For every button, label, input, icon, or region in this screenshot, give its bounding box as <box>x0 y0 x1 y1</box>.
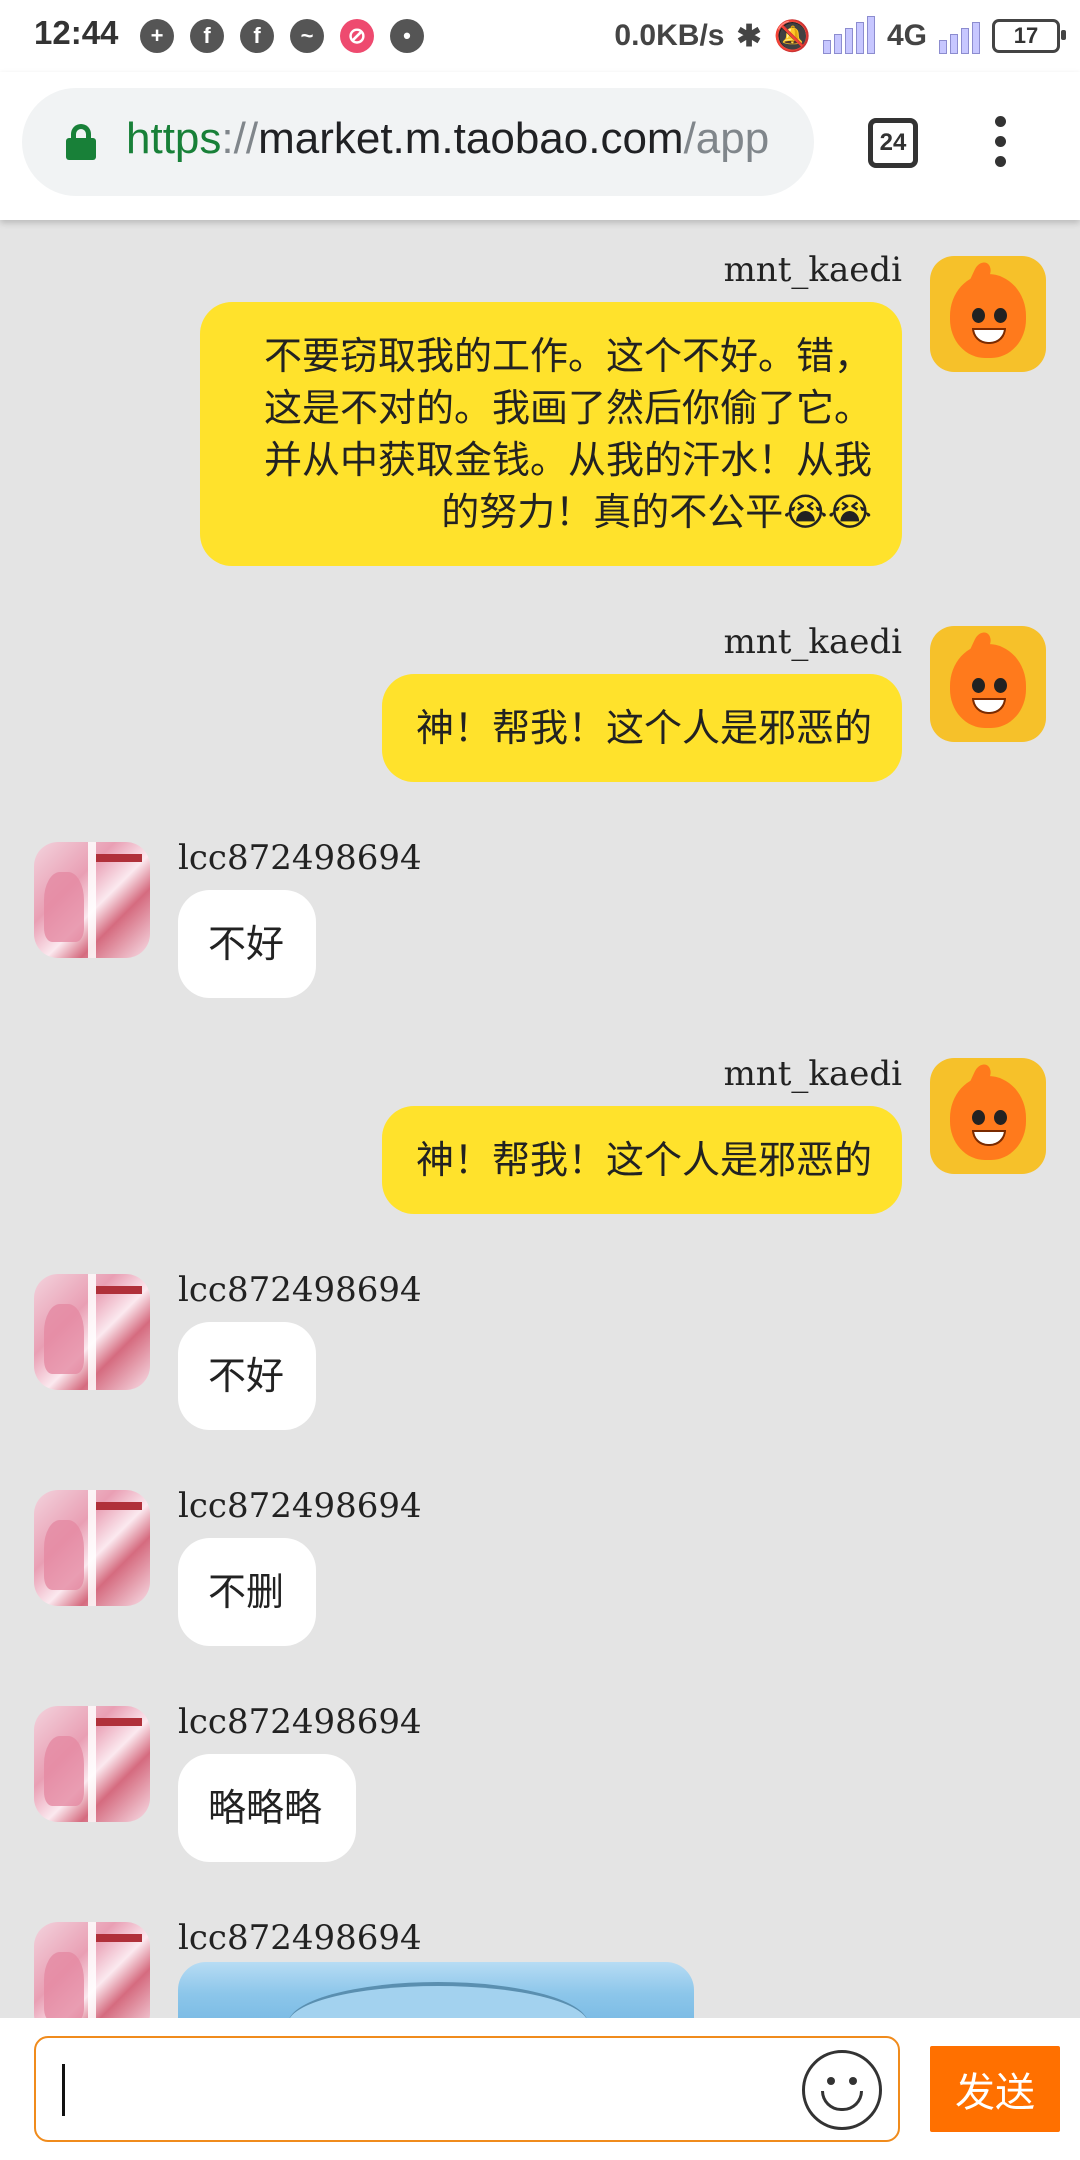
avatar[interactable] <box>34 1922 150 2018</box>
avatar[interactable] <box>34 1706 150 1822</box>
image-message[interactable] <box>178 1962 694 2018</box>
sender-name: mnt_kaedi <box>723 622 902 662</box>
emoji-icon[interactable] <box>802 2050 882 2130</box>
url-scheme: https <box>126 114 222 163</box>
messenger-icon: ~ <box>290 19 324 53</box>
browser-toolbar: https://market.m.taobao.com/app 24 <box>0 72 1080 220</box>
sender-name: lcc872498694 <box>178 838 422 878</box>
message-bubble[interactable]: 略略略 <box>178 1754 356 1862</box>
sender-name: lcc872498694 <box>178 1486 422 1526</box>
network-type: 4G <box>886 19 927 52</box>
message-bubble[interactable]: 不要窃取我的工作。这个不好。错， 这是不对的。我画了然后你偷了它。 并从中获取金… <box>200 302 902 566</box>
sender-name: lcc872498694 <box>178 1918 422 1958</box>
message-line: 不要窃取我的工作。这个不好。错， <box>263 334 872 378</box>
url-separator: :// <box>221 114 259 163</box>
status-time: 12:44 <box>34 14 119 51</box>
avatar[interactable] <box>34 1274 150 1390</box>
status-bar: 12:44 + f f ~ ⊘ • 0.0KB/s ✱ 🔕 4G 17 <box>0 0 1080 72</box>
message-input[interactable] <box>34 2036 900 2142</box>
tab-switcher-button[interactable]: 24 <box>868 118 918 168</box>
url-host: market.m.taobao.com <box>258 114 684 163</box>
message-line: 的努力！真的不公平😭😭 <box>441 490 872 534</box>
avatar[interactable] <box>930 1058 1046 1174</box>
person-add-icon: + <box>140 19 174 53</box>
sender-name: lcc872498694 <box>178 1702 422 1742</box>
sender-name: lcc872498694 <box>178 1270 422 1310</box>
battery-icon: 17 <box>992 19 1066 53</box>
blocked-app-icon: ⊘ <box>340 19 374 53</box>
chat-area[interactable]: mnt_kaedi 不要窃取我的工作。这个不好。错， 这是不对的。我画了然后你偷… <box>0 220 1080 2018</box>
sender-name: mnt_kaedi <box>723 250 902 290</box>
facebook-icon: f <box>190 19 224 53</box>
net-speed: 0.0KB/s <box>614 19 725 52</box>
url-path: /app <box>683 114 770 163</box>
bluetooth-icon: ✱ <box>736 19 762 53</box>
message-bubble[interactable]: 不好 <box>178 1322 316 1430</box>
battery-level: 17 <box>1013 23 1039 48</box>
mute-icon: 🔕 <box>773 19 811 53</box>
send-button[interactable]: 发送 <box>930 2046 1060 2132</box>
more-menu-icon[interactable] <box>994 116 1008 172</box>
avatar[interactable] <box>930 626 1046 742</box>
message-line: 这是不对的。我画了然后你偷了它。 <box>263 386 872 430</box>
lock-icon[interactable] <box>66 124 96 160</box>
facebook-icon: f <box>240 19 274 53</box>
message-bubble[interactable]: 不好 <box>178 890 316 998</box>
address-bar[interactable]: https://market.m.taobao.com/app <box>22 88 814 196</box>
signal-icon <box>822 16 875 54</box>
message-line: 并从中获取金钱。从我的汗水！从我 <box>263 438 872 482</box>
status-right: 0.0KB/s ✱ 🔕 4G 17 <box>614 14 1066 58</box>
message-bubble[interactable]: 神！帮我！这个人是邪恶的 <box>382 1106 902 1214</box>
signal-icon-2 <box>939 18 980 54</box>
notification-icons: + f f ~ ⊘ • <box>140 16 424 56</box>
bug-icon: • <box>390 19 424 53</box>
text-cursor <box>62 2064 65 2116</box>
message-bubble[interactable]: 神！帮我！这个人是邪恶的 <box>382 674 902 782</box>
url-text[interactable]: https://market.m.taobao.com/app <box>126 114 786 164</box>
composer: 发送 <box>0 2018 1080 2160</box>
message-bubble[interactable]: 不删 <box>178 1538 316 1646</box>
sender-name: mnt_kaedi <box>723 1054 902 1094</box>
avatar[interactable] <box>34 1490 150 1606</box>
avatar[interactable] <box>930 256 1046 372</box>
avatar[interactable] <box>34 842 150 958</box>
